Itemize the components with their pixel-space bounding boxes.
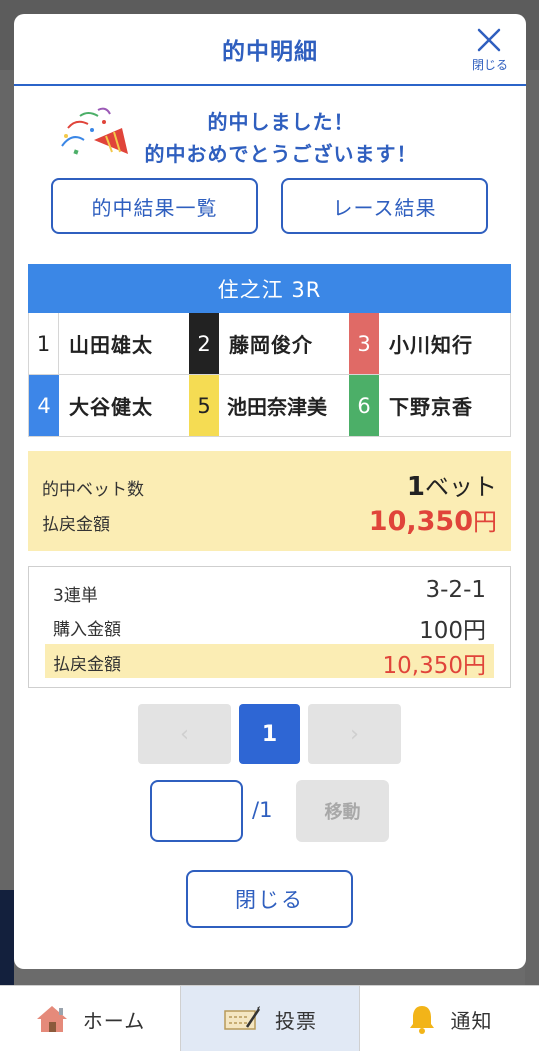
bell-icon bbox=[409, 1006, 434, 1034]
rider-number: 1 bbox=[29, 313, 59, 374]
modal-title: 的中明細 bbox=[222, 39, 318, 65]
hit-bets-unit: ベット bbox=[425, 473, 497, 501]
bet-type-value: 3-2-1 bbox=[425, 577, 487, 603]
background-edge bbox=[525, 70, 539, 985]
rider-number: 4 bbox=[29, 375, 59, 436]
hit-results-list-button[interactable]: 的中結果一覧 bbox=[51, 178, 258, 234]
tab-notice[interactable]: 通知 bbox=[360, 986, 539, 1051]
payout-unit: 円 bbox=[473, 508, 497, 536]
home-icon bbox=[36, 1006, 67, 1032]
congrats-line-1: 的中しました！ bbox=[207, 110, 355, 134]
detail-row: 払戻金額 10,350円 bbox=[45, 644, 494, 679]
purchase-label: 購入金額 bbox=[53, 620, 121, 640]
hit-bets-count: 1 bbox=[406, 472, 425, 502]
prev-page-button[interactable]: ‹ bbox=[138, 704, 231, 764]
rider-name: 池田奈津美 bbox=[227, 395, 327, 419]
race-result-button[interactable]: レース結果 bbox=[281, 178, 488, 234]
tab-home-label: ホーム bbox=[82, 1008, 146, 1033]
rider-grid: 1 山田雄太 2 藤岡俊介 3 小川知行 4 大谷健太 5 池田奈津美 6 下野… bbox=[28, 313, 511, 437]
purchase-value: 100円 bbox=[419, 618, 486, 644]
race-title: 住之江 3R bbox=[28, 264, 511, 313]
bottom-tab-bar: ホーム 投票 通知 bbox=[0, 985, 539, 1051]
bet-type-label: 3連単 bbox=[53, 586, 98, 606]
close-label[interactable]: 閉じる bbox=[465, 56, 515, 73]
rider-number: 6 bbox=[349, 375, 379, 436]
tab-vote[interactable]: 投票 bbox=[180, 986, 360, 1051]
congrats-line-2: 的中おめでとうございます！ bbox=[144, 142, 418, 166]
move-page-button[interactable]: 移動 bbox=[296, 780, 389, 842]
rider-entry: 3 小川知行 bbox=[349, 313, 510, 374]
hit-summary: 的中ベット数 1ベット 払戻金額 10,350円 bbox=[28, 451, 511, 551]
rider-number: 3 bbox=[349, 313, 379, 374]
hit-bets-value: 1ベット bbox=[407, 467, 497, 502]
detail-payout-label: 払戻金額 bbox=[53, 655, 121, 675]
rider-entry: 1 山田雄太 bbox=[29, 313, 189, 374]
hit-detail-modal: 的中明細 閉じる 的中しました！ 的中おめでとうございます！ 的中結果一覧 レー… bbox=[14, 14, 526, 969]
payout-value: 10,350円 bbox=[369, 502, 497, 537]
close-button[interactable]: 閉じる bbox=[186, 870, 353, 928]
rider-number: 2 bbox=[189, 313, 219, 374]
close-icon[interactable] bbox=[474, 26, 504, 56]
detail-payout-value: 10,350円 bbox=[382, 653, 486, 679]
rider-entry: 6 下野京香 bbox=[349, 375, 510, 436]
rider-number: 5 bbox=[189, 375, 219, 436]
modal-header: 的中明細 閉じる bbox=[14, 14, 526, 86]
rider-entry: 4 大谷健太 bbox=[29, 375, 189, 436]
betting-ticket-icon bbox=[224, 1006, 261, 1030]
tab-home[interactable]: ホーム bbox=[0, 986, 180, 1051]
page-number-input[interactable] bbox=[150, 780, 243, 842]
rider-name: 藤岡俊介 bbox=[229, 333, 313, 357]
rider-name: 大谷健太 bbox=[69, 395, 153, 419]
detail-row: 3連単 3-2-1 bbox=[45, 575, 494, 609]
hit-bets-label: 的中ベット数 bbox=[42, 480, 144, 500]
background-edge bbox=[0, 890, 14, 985]
rider-name: 下野京香 bbox=[389, 395, 473, 419]
tab-vote-label: 投票 bbox=[275, 1008, 317, 1033]
tab-notice-label: 通知 bbox=[450, 1008, 493, 1033]
background-edge bbox=[0, 70, 14, 890]
next-page-button[interactable]: › bbox=[308, 704, 401, 764]
party-popper-icon bbox=[61, 107, 128, 155]
bet-detail: 3連単 3-2-1 購入金額 100円 払戻金額 10,350円 bbox=[28, 566, 511, 688]
rider-entry: 5 池田奈津美 bbox=[189, 375, 349, 436]
payout-amount: 10,350 bbox=[368, 506, 473, 537]
payout-label: 払戻金額 bbox=[42, 515, 110, 535]
rider-name: 山田雄太 bbox=[69, 333, 153, 357]
rider-entry: 2 藤岡俊介 bbox=[189, 313, 349, 374]
detail-row: 購入金額 100円 bbox=[45, 609, 494, 644]
page-total: /1 bbox=[252, 798, 273, 822]
rider-name: 小川知行 bbox=[389, 333, 473, 357]
current-page-button[interactable]: 1 bbox=[239, 704, 300, 764]
